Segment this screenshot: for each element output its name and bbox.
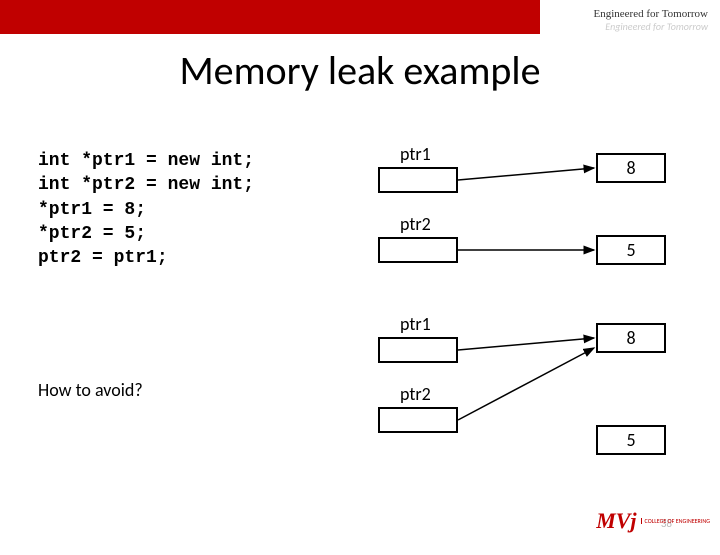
value-box-5: 5 xyxy=(596,235,666,265)
ptr2-box-2 xyxy=(378,407,458,433)
slide-content: int *ptr1 = new int; int *ptr2 = new int… xyxy=(0,95,720,555)
value-5-2: 5 xyxy=(626,429,635,451)
value-box-5-leaked: 5 xyxy=(596,425,666,455)
code-line: int *ptr2 = new int; xyxy=(38,173,254,197)
value-box-8: 8 xyxy=(596,153,666,183)
slide-title: Memory leak example xyxy=(0,46,720,95)
ptr2-label-2: ptr2 xyxy=(400,383,431,405)
ptr1-label-2: ptr1 xyxy=(400,313,431,335)
how-to-avoid-text: How to avoid? xyxy=(38,379,143,401)
footer-logo: MVj COLLEGE OF ENGINEERING xyxy=(596,508,710,534)
ptr2-label: ptr2 xyxy=(400,213,431,235)
code-block: int *ptr1 = new int; int *ptr2 = new int… xyxy=(38,149,254,270)
ptr1-box-2 xyxy=(378,337,458,363)
tagline-ghost: Engineered for Tomorrow xyxy=(605,20,708,33)
ptr1-box xyxy=(378,167,458,193)
tagline: Engineered for Tomorrow xyxy=(594,8,709,20)
ptr2-box xyxy=(378,237,458,263)
code-line: *ptr1 = 8; xyxy=(38,198,254,222)
value-8-2: 8 xyxy=(626,327,635,349)
code-line: *ptr2 = 5; xyxy=(38,222,254,246)
value-8: 8 xyxy=(626,157,635,179)
header-bar: Engineered for Tomorrow Engineered for T… xyxy=(0,0,720,34)
value-box-8-2: 8 xyxy=(596,323,666,353)
logo-subtext: COLLEGE OF ENGINEERING xyxy=(641,518,710,524)
code-line: ptr2 = ptr1; xyxy=(38,246,254,270)
code-line: int *ptr1 = new int; xyxy=(38,149,254,173)
logo-text: MVj xyxy=(596,508,636,534)
value-5: 5 xyxy=(626,239,635,261)
ptr1-label: ptr1 xyxy=(400,143,431,165)
